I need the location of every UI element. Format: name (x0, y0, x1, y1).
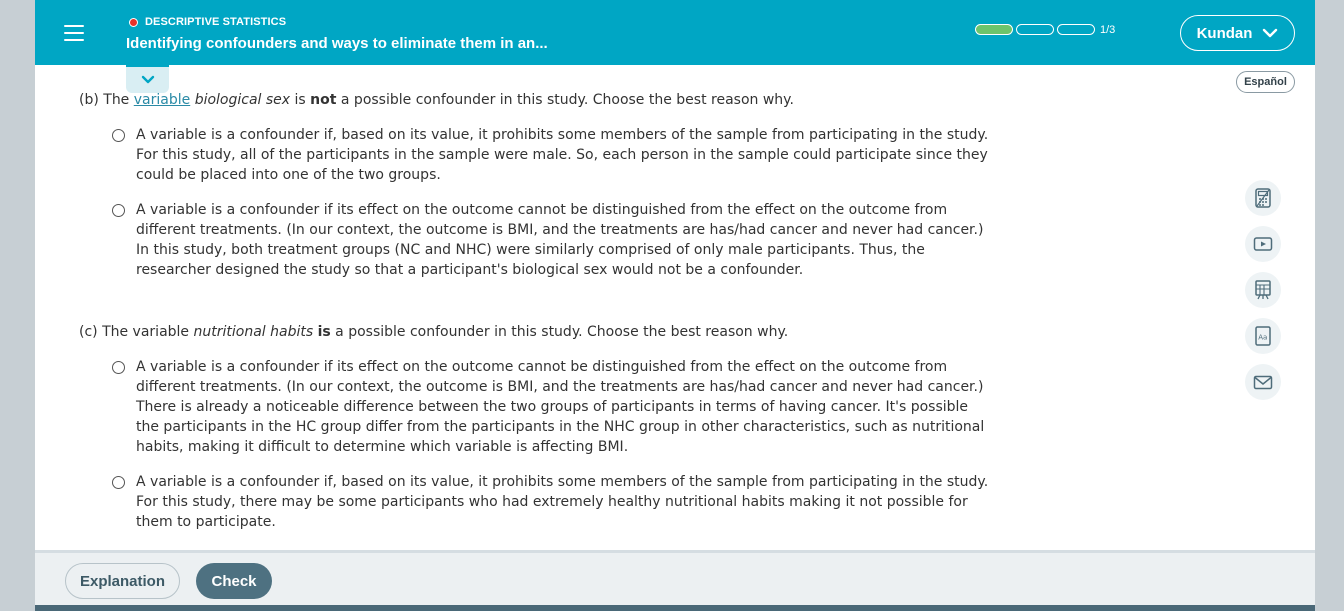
hamburger-menu-icon[interactable] (62, 22, 86, 44)
question-text: (b) The (79, 92, 134, 108)
answer-option-c2[interactable]: A variable is a confounder if, based on … (112, 472, 988, 532)
option-text-line: For this study, all of the participants … (136, 147, 988, 163)
radio-button[interactable] (112, 361, 125, 374)
answer-option-b2[interactable]: A variable is a confounder if its effect… (112, 200, 983, 280)
data-table-icon[interactable] (1245, 272, 1281, 308)
option-text-line: the participants in the HC group differ … (136, 419, 985, 435)
question-part-b: (b) The variable biological sex is not a… (79, 90, 794, 110)
glossary-icon[interactable]: Aa (1245, 318, 1281, 354)
video-icon[interactable] (1245, 226, 1281, 262)
option-text-line: researcher designed the study so that a … (136, 262, 804, 278)
progress-segment (1057, 24, 1095, 35)
answer-option-c1[interactable]: A variable is a confounder if its effect… (112, 357, 984, 457)
radio-button[interactable] (112, 476, 125, 489)
option-text-line: different treatments. (In our context, t… (136, 222, 984, 238)
progress-bar (975, 24, 1095, 35)
bottom-strip (35, 605, 1315, 611)
explanation-button[interactable]: Explanation (65, 563, 180, 599)
question-text: is (290, 92, 311, 108)
answer-option-b1[interactable]: A variable is a confounder if, based on … (112, 125, 988, 185)
question-text: (c) The variable (79, 324, 194, 340)
option-text-line: A variable is a confounder if its effect… (136, 359, 948, 375)
question-emphasis: is (317, 324, 331, 340)
glossary-link-variable[interactable]: variable (134, 92, 190, 108)
option-text-line: A variable is a confounder if, based on … (136, 474, 989, 490)
question-variable: biological sex (194, 92, 291, 108)
option-text-line: In this study, both treatment groups (NC… (136, 242, 925, 258)
chevron-down-icon (1263, 28, 1278, 38)
question-text: a possible confounder in this study. Cho… (336, 92, 794, 108)
radio-button[interactable] (112, 204, 125, 217)
answer-footer: Explanation Check (35, 550, 1315, 611)
user-menu-button[interactable]: Kundan (1180, 15, 1295, 51)
chevron-down-icon (141, 75, 154, 83)
language-toggle-button[interactable]: Español (1236, 71, 1295, 93)
option-text-line: A variable is a confounder if its effect… (136, 202, 948, 218)
question-part-c: (c) The variable nutritional habits is a… (79, 322, 788, 342)
check-button[interactable]: Check (196, 563, 272, 599)
radio-button[interactable] (112, 129, 125, 142)
progress-text: 1/3 (1100, 24, 1116, 36)
option-text-line: For this study, there may be some partic… (136, 494, 968, 510)
user-name: Kundan (1196, 24, 1253, 42)
option-text-line: them to participate. (136, 514, 276, 530)
progress-segment-complete (975, 24, 1013, 35)
option-text-line: There is already a noticeable difference… (136, 399, 969, 415)
option-text-line: habits, making it difficult to determine… (136, 439, 629, 455)
option-text-line: A variable is a confounder if, based on … (136, 127, 989, 143)
question-emphasis: not (310, 92, 337, 108)
option-text-line: could be placed into one of the two grou… (136, 167, 441, 183)
question-text: a possible confounder in this study. Cho… (330, 324, 789, 340)
svg-text:Aa: Aa (1258, 334, 1267, 342)
topic-label: DESCRIPTIVE STATISTICS (145, 16, 287, 28)
top-bar: DESCRIPTIVE STATISTICS Identifying confo… (35, 0, 1315, 65)
calculator-icon[interactable] (1245, 180, 1281, 216)
option-text-line: different treatments. (In our context, t… (136, 379, 984, 395)
question-variable: nutritional habits (193, 324, 314, 340)
collapse-question-toggle[interactable] (126, 65, 169, 93)
topic-status-dot (129, 18, 138, 27)
lesson-title: Identifying confounders and ways to elim… (126, 35, 548, 52)
app-window: DESCRIPTIVE STATISTICS Identifying confo… (35, 0, 1315, 611)
progress-segment (1016, 24, 1054, 35)
mail-icon[interactable] (1245, 364, 1281, 400)
